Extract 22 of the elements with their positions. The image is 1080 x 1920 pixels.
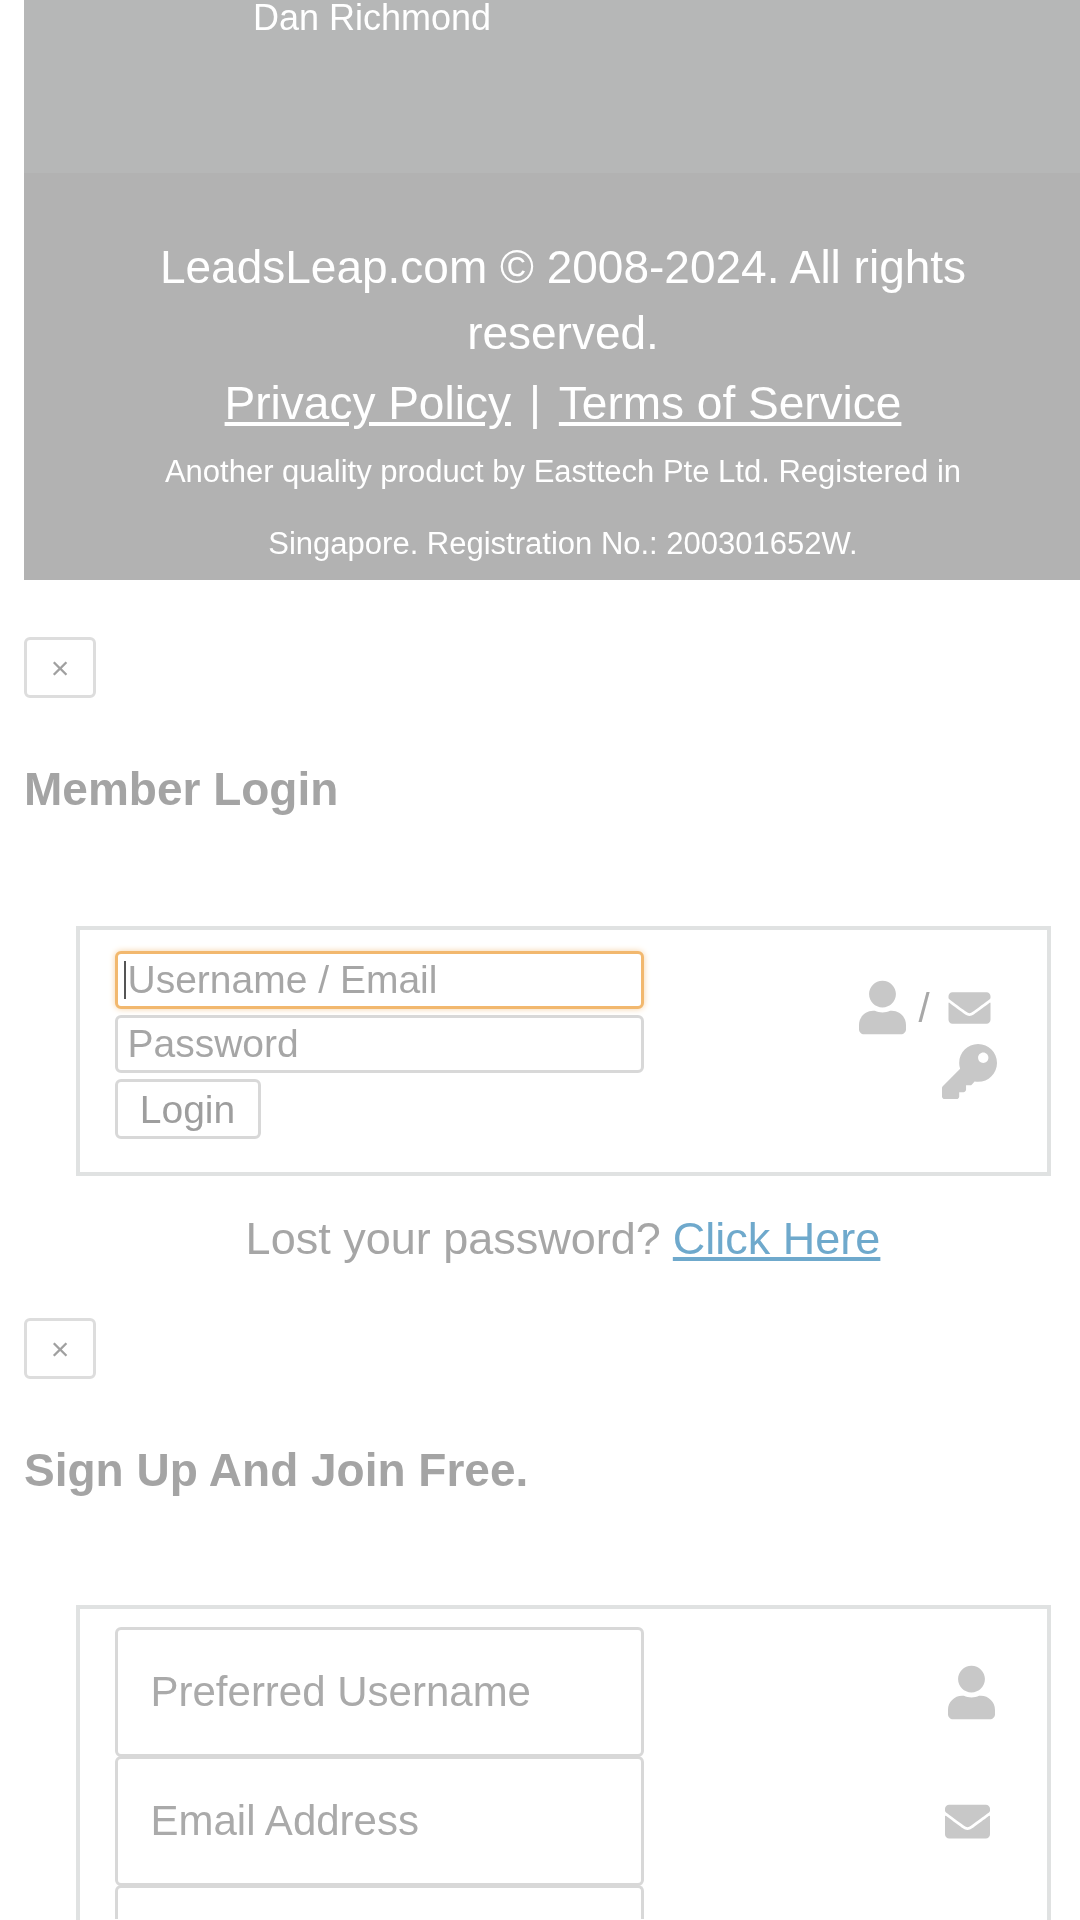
key-icon bbox=[941, 1044, 997, 1099]
user-icon bbox=[859, 980, 907, 1035]
input-field[interactable]: Password bbox=[114, 1015, 644, 1073]
login-title: Member Login bbox=[24, 762, 339, 817]
close-button[interactable]: × bbox=[24, 637, 96, 698]
company-note: Another quality product by Easttech Pte Ltd. Registered in Singapore. Registration No.: 200301652W. bbox=[163, 453, 963, 563]
terms-of-service-link[interactable]: Terms of Service bbox=[558, 370, 902, 436]
copyright-text: LeadsLeap.com © 2008-2024. All rights reserved. bbox=[158, 240, 968, 361]
privacy-policy-link[interactable]: Privacy Policy bbox=[224, 370, 511, 436]
click-here-link[interactable]: Click Here bbox=[672, 1212, 881, 1266]
login-button[interactable]: Login bbox=[114, 1079, 261, 1139]
input-field[interactable]: Username / Email bbox=[114, 951, 644, 1009]
link-separator: | bbox=[528, 376, 541, 431]
icon-separator: / bbox=[918, 987, 930, 1028]
user-icon bbox=[947, 1664, 995, 1720]
lost-password-text: Lost your password? bbox=[245, 1212, 661, 1266]
input-field[interactable]: Email Address bbox=[114, 1756, 644, 1886]
signup-title: Sign Up And Join Free. bbox=[24, 1443, 529, 1498]
member-name: Dan Richmond bbox=[253, 0, 492, 36]
input-field[interactable]: Preferred Username bbox=[114, 1627, 644, 1757]
input-field[interactable] bbox=[114, 1885, 644, 1919]
close-button[interactable]: × bbox=[24, 1318, 96, 1379]
